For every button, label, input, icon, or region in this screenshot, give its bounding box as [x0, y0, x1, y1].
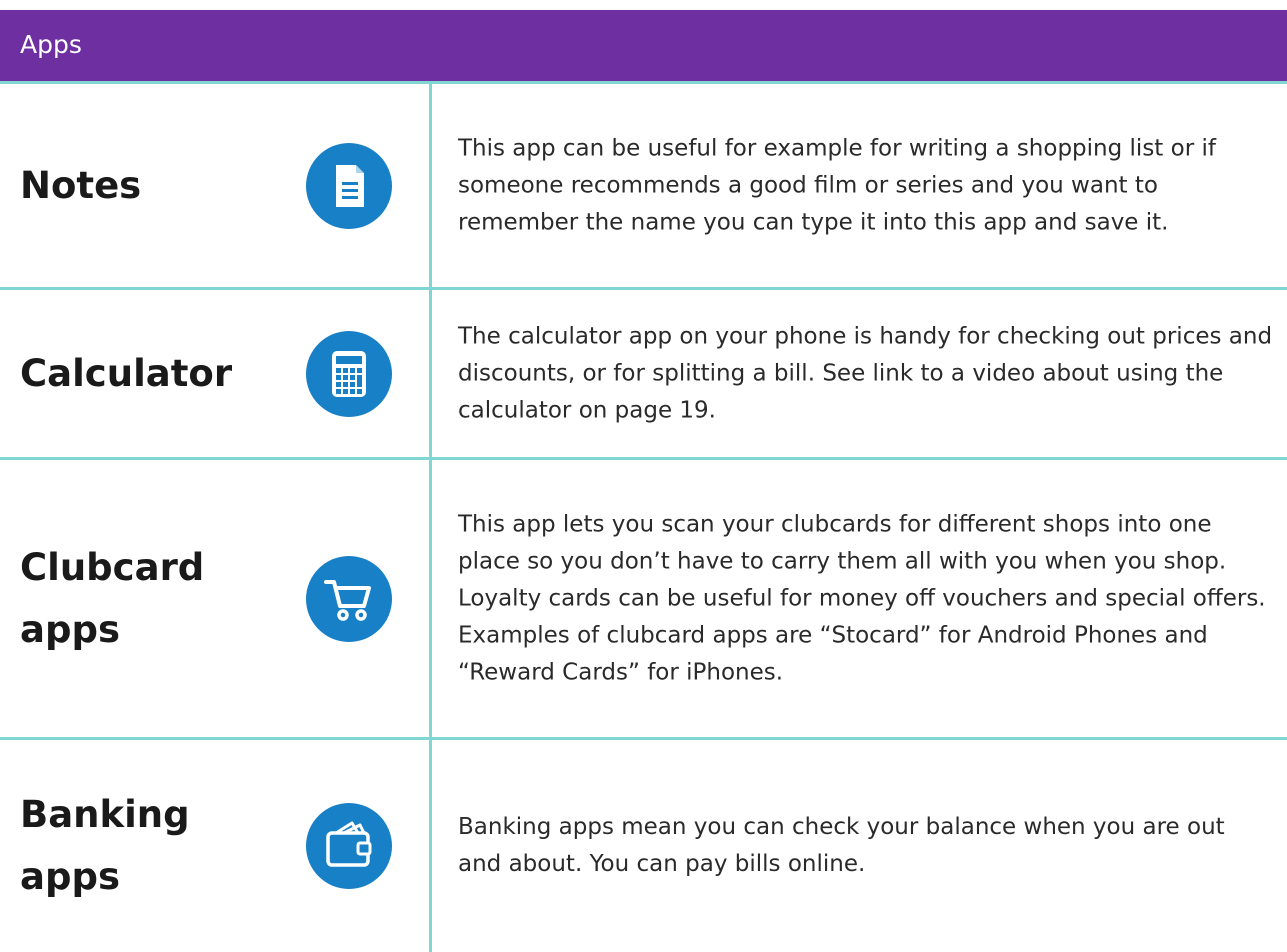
app-name-clubcard: Clubcard apps — [20, 545, 205, 651]
app-name-cell: Clubcard apps — [0, 460, 432, 737]
app-description-clubcard: This app lets you scan your clubcards fo… — [458, 511, 1266, 685]
app-description-cell: This app can be useful for example for w… — [432, 84, 1287, 287]
app-row-clubcard: Clubcard apps This app lets you scan you… — [0, 460, 1287, 740]
app-description-cell: This app lets you scan your clubcards fo… — [432, 460, 1287, 737]
app-row-banking: Banking apps Banking apps mean you can c… — [0, 740, 1287, 952]
app-description-calculator: The calculator app on your phone is hand… — [458, 323, 1273, 423]
app-name-banking: Banking apps — [20, 793, 190, 898]
calculator-icon — [306, 330, 392, 417]
app-description-cell: Banking apps mean you can check your bal… — [432, 740, 1287, 952]
app-row-calculator: Calculator The calculator app on your ph… — [0, 290, 1287, 460]
app-name-cell: Calculator — [0, 290, 432, 457]
app-description-banking: Banking apps mean you can check your bal… — [458, 814, 1225, 877]
apps-table: Notes This app can be useful for example… — [0, 84, 1287, 952]
app-row-notes: Notes This app can be useful for example… — [0, 84, 1287, 290]
wallet-icon — [306, 803, 392, 889]
app-name-cell: Notes — [0, 84, 432, 287]
notes-document-icon — [306, 142, 392, 229]
app-name-calculator: Calculator — [20, 351, 233, 395]
apps-header-title: Apps — [20, 30, 82, 59]
apps-header-bar: Apps — [0, 10, 1287, 84]
app-description-notes: This app can be useful for example for w… — [458, 135, 1216, 235]
app-description-cell: The calculator app on your phone is hand… — [432, 290, 1287, 457]
app-name-notes: Notes — [20, 163, 142, 207]
shopping-cart-icon — [306, 555, 392, 642]
app-name-cell: Banking apps — [0, 740, 432, 952]
